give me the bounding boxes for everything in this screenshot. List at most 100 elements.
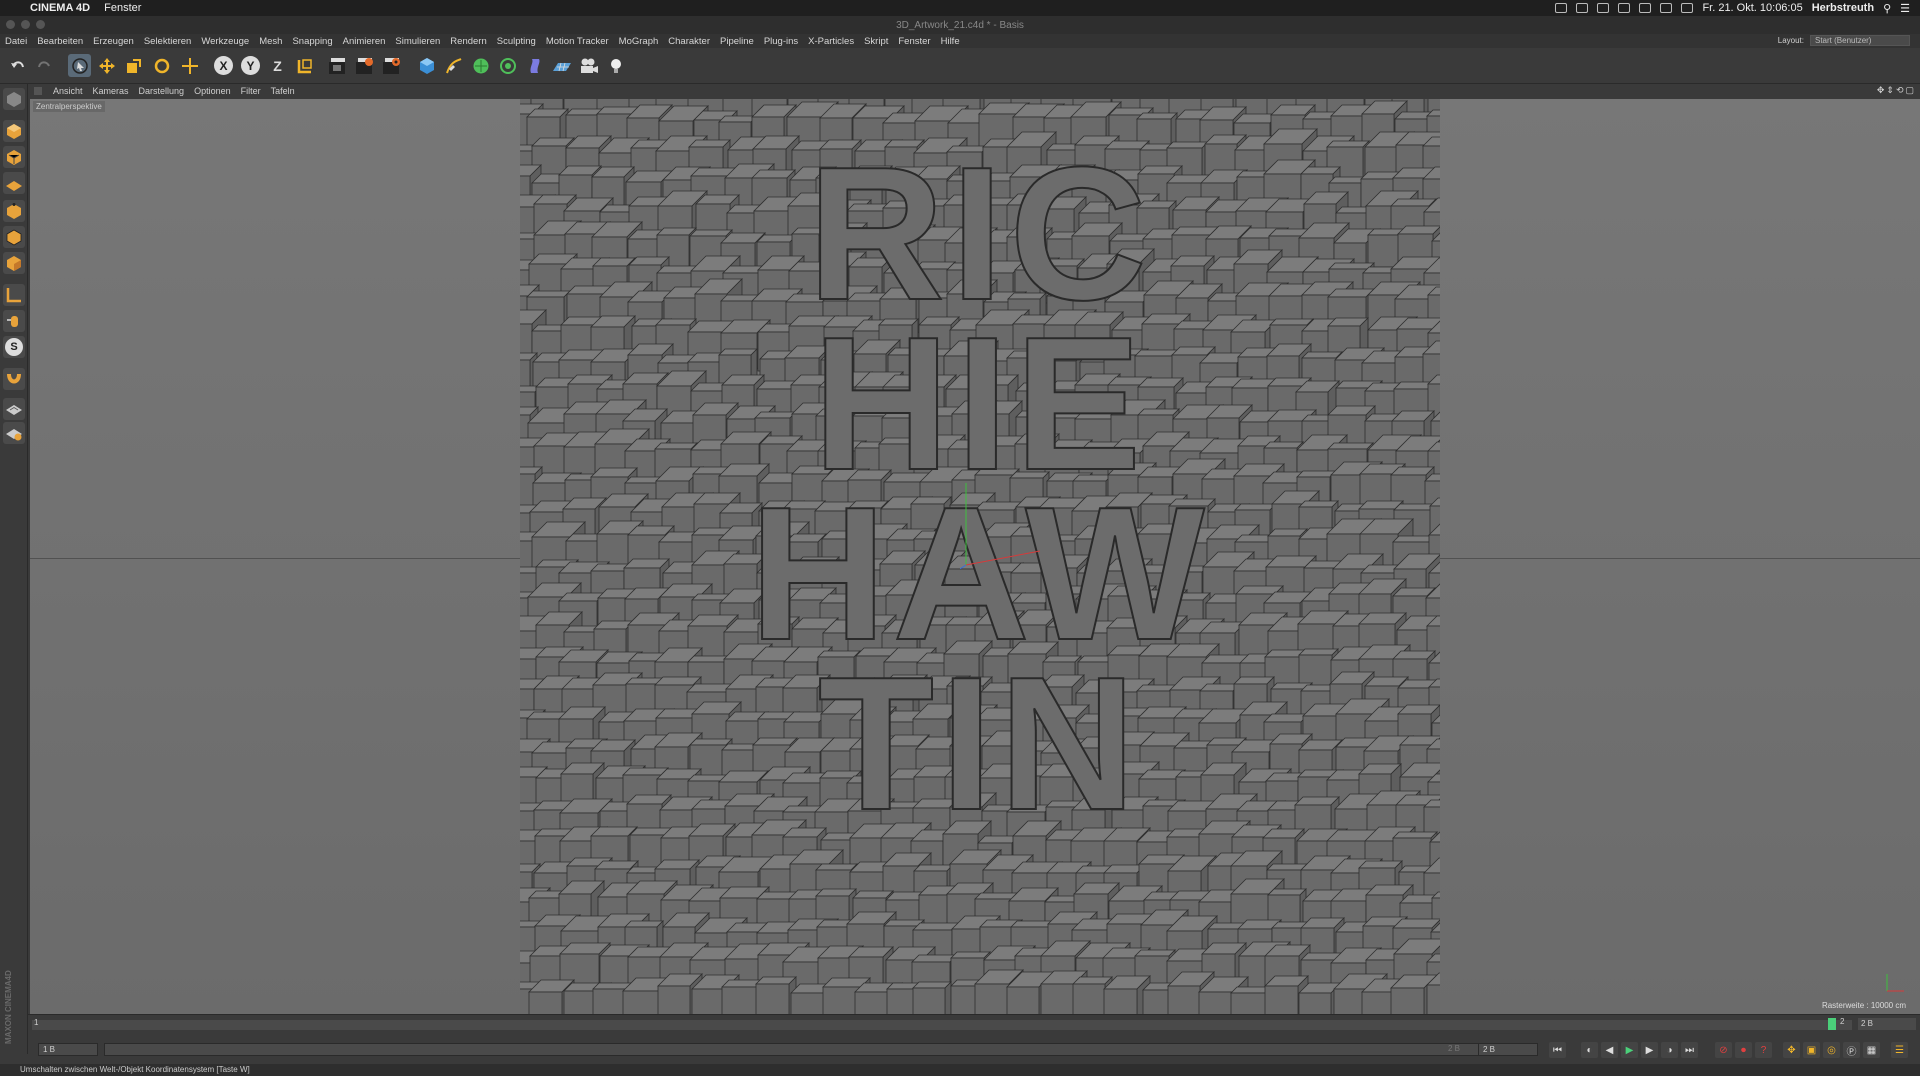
menu-motion-tracker[interactable]: Motion Tracker <box>541 36 614 47</box>
redo-icon[interactable] <box>32 54 55 77</box>
play-icon[interactable]: ▶ <box>1621 1042 1638 1058</box>
keyframe-selection-icon[interactable]: ? <box>1755 1042 1772 1058</box>
previous-frame-icon[interactable]: ◀ <box>1601 1042 1618 1058</box>
go-to-start-icon[interactable]: ⏮ <box>1549 1042 1566 1058</box>
viewport-menu-ansicht[interactable]: Ansicht <box>48 86 88 96</box>
menu-snapping[interactable]: Snapping <box>287 36 337 47</box>
menu-rendern[interactable]: Rendern <box>445 36 491 47</box>
close-window-button[interactable] <box>6 20 15 29</box>
layout-select[interactable]: Start (Benutzer) <box>1810 35 1910 46</box>
3d-viewport[interactable]: RIC HIE HAW TIN Zentralperspektive Rasterwe… <box>30 99 1920 1014</box>
range-end-field[interactable]: 2 B <box>1478 1043 1538 1056</box>
dropbox-icon[interactable] <box>1576 3 1589 13</box>
next-frame-icon[interactable]: ▶ <box>1641 1042 1658 1058</box>
recent-tool-icon[interactable] <box>178 54 201 77</box>
magnet-icon[interactable] <box>3 368 25 390</box>
workplane-lock-icon[interactable] <box>3 398 25 420</box>
spotlight-icon[interactable]: ⚲ <box>1883 2 1891 15</box>
previous-keyframe-icon[interactable]: ◐ <box>1581 1042 1598 1058</box>
texture-mode-icon[interactable] <box>3 146 25 168</box>
menu-selektieren[interactable]: Selektieren <box>139 36 197 47</box>
menu-charakter[interactable]: Charakter <box>663 36 715 47</box>
menu-sculpting[interactable]: Sculpting <box>492 36 541 47</box>
menu-werkzeuge[interactable]: Werkzeuge <box>196 36 254 47</box>
axis-gizmo[interactable] <box>960 469 1040 569</box>
point-level-animation-icon[interactable]: ▦ <box>1863 1042 1880 1058</box>
wifi-icon[interactable] <box>1681 3 1694 13</box>
scale-icon[interactable] <box>122 54 145 77</box>
render-settings-icon[interactable] <box>380 54 403 77</box>
zoom-window-button[interactable] <box>36 20 45 29</box>
cloner-icon[interactable] <box>496 54 519 77</box>
creative-cloud-icon[interactable] <box>1555 3 1568 13</box>
axis-mode-icon[interactable] <box>3 284 25 306</box>
undo-icon[interactable] <box>6 54 29 77</box>
points-mode-icon[interactable] <box>3 200 25 222</box>
rotate-icon[interactable] <box>150 54 173 77</box>
parameter-key-icon[interactable]: Ⓟ <box>1843 1042 1860 1058</box>
bluetooth-icon[interactable] <box>1660 3 1673 13</box>
menu-mesh[interactable]: Mesh <box>254 36 287 47</box>
timeline-end-field[interactable]: 2 B <box>1858 1018 1916 1030</box>
render-view-icon[interactable] <box>326 54 349 77</box>
mac-menu-fenster[interactable]: Fenster <box>104 2 141 14</box>
menu-erzeugen[interactable]: Erzeugen <box>88 36 139 47</box>
menu-mograph[interactable]: MoGraph <box>614 36 664 47</box>
polygons-mode-icon[interactable] <box>3 252 25 274</box>
menu-plug-ins[interactable]: Plug-ins <box>759 36 803 47</box>
workplane-align-icon[interactable] <box>3 422 25 444</box>
viewport-menu-kameras[interactable]: Kameras <box>88 86 134 96</box>
menu-pipeline[interactable]: Pipeline <box>715 36 759 47</box>
display-icon[interactable] <box>1597 3 1610 13</box>
airplay-icon[interactable] <box>1618 3 1631 13</box>
move-icon[interactable] <box>95 54 118 77</box>
notification-center-icon[interactable]: ☰ <box>1900 2 1910 15</box>
model-mode-icon[interactable] <box>3 120 25 142</box>
subdivision-icon[interactable] <box>469 54 492 77</box>
menu-datei[interactable]: Datei <box>0 36 32 47</box>
menu-skript[interactable]: Skript <box>859 36 893 47</box>
viewport-navigation-icons[interactable]: ✥⇕⟲▢ <box>1877 85 1916 96</box>
volume-icon[interactable] <box>1639 3 1652 13</box>
timeline-menu-icon[interactable]: ☰ <box>1891 1042 1908 1058</box>
z-axis-lock[interactable]: Z <box>266 54 289 77</box>
menu-animieren[interactable]: Animieren <box>338 36 391 47</box>
cube-primitive-icon[interactable] <box>415 54 438 77</box>
floor-icon[interactable] <box>550 54 573 77</box>
camera-icon[interactable] <box>577 54 600 77</box>
clock[interactable]: Fr. 21. Okt. 10:06:05 <box>1702 2 1802 14</box>
viewport-menu-tafeln[interactable]: Tafeln <box>266 86 300 96</box>
go-to-end-icon[interactable]: ⏭ <box>1681 1042 1698 1058</box>
minimize-window-button[interactable] <box>21 20 30 29</box>
menu-simulieren[interactable]: Simulieren <box>390 36 445 47</box>
rotation-key-icon[interactable]: ◎ <box>1823 1042 1840 1058</box>
render-picture-viewer-icon[interactable] <box>353 54 376 77</box>
workplane-mode-icon[interactable] <box>3 172 25 194</box>
timeline-ruler[interactable] <box>32 1020 1852 1030</box>
menu-fenster[interactable]: Fenster <box>893 36 935 47</box>
snapping-icon[interactable]: S <box>3 336 25 358</box>
current-frame-field[interactable]: 1 B <box>38 1043 98 1056</box>
viewport-options-icon[interactable] <box>34 87 42 95</box>
record-active-objects-icon[interactable]: ⊘ <box>1715 1042 1732 1058</box>
light-icon[interactable] <box>604 54 627 77</box>
y-axis-lock[interactable]: Y <box>239 54 262 77</box>
user-name[interactable]: Herbstreuth <box>1812 2 1874 14</box>
make-editable-icon[interactable] <box>3 88 25 110</box>
menu-hilfe[interactable]: Hilfe <box>936 36 965 47</box>
preview-range-slider[interactable] <box>104 1043 1484 1056</box>
tweak-mode-icon[interactable] <box>3 310 25 332</box>
timeline[interactable]: 1 2 2 B <box>28 1014 1920 1034</box>
edges-mode-icon[interactable] <box>3 226 25 248</box>
deformer-icon[interactable] <box>523 54 546 77</box>
next-keyframe-icon[interactable]: ◑ <box>1661 1042 1678 1058</box>
live-select-icon[interactable] <box>68 54 91 77</box>
viewport-menu-darstellung[interactable]: Darstellung <box>134 86 190 96</box>
spline-pen-icon[interactable] <box>442 54 465 77</box>
app-name-menu[interactable]: CINEMA 4D <box>30 2 90 14</box>
x-axis-lock[interactable]: X <box>212 54 235 77</box>
viewport-menu-filter[interactable]: Filter <box>236 86 266 96</box>
autokeying-icon[interactable]: ⏺ <box>1735 1042 1752 1058</box>
position-key-icon[interactable]: ✥ <box>1783 1042 1800 1058</box>
timeline-playhead[interactable] <box>1828 1018 1836 1030</box>
